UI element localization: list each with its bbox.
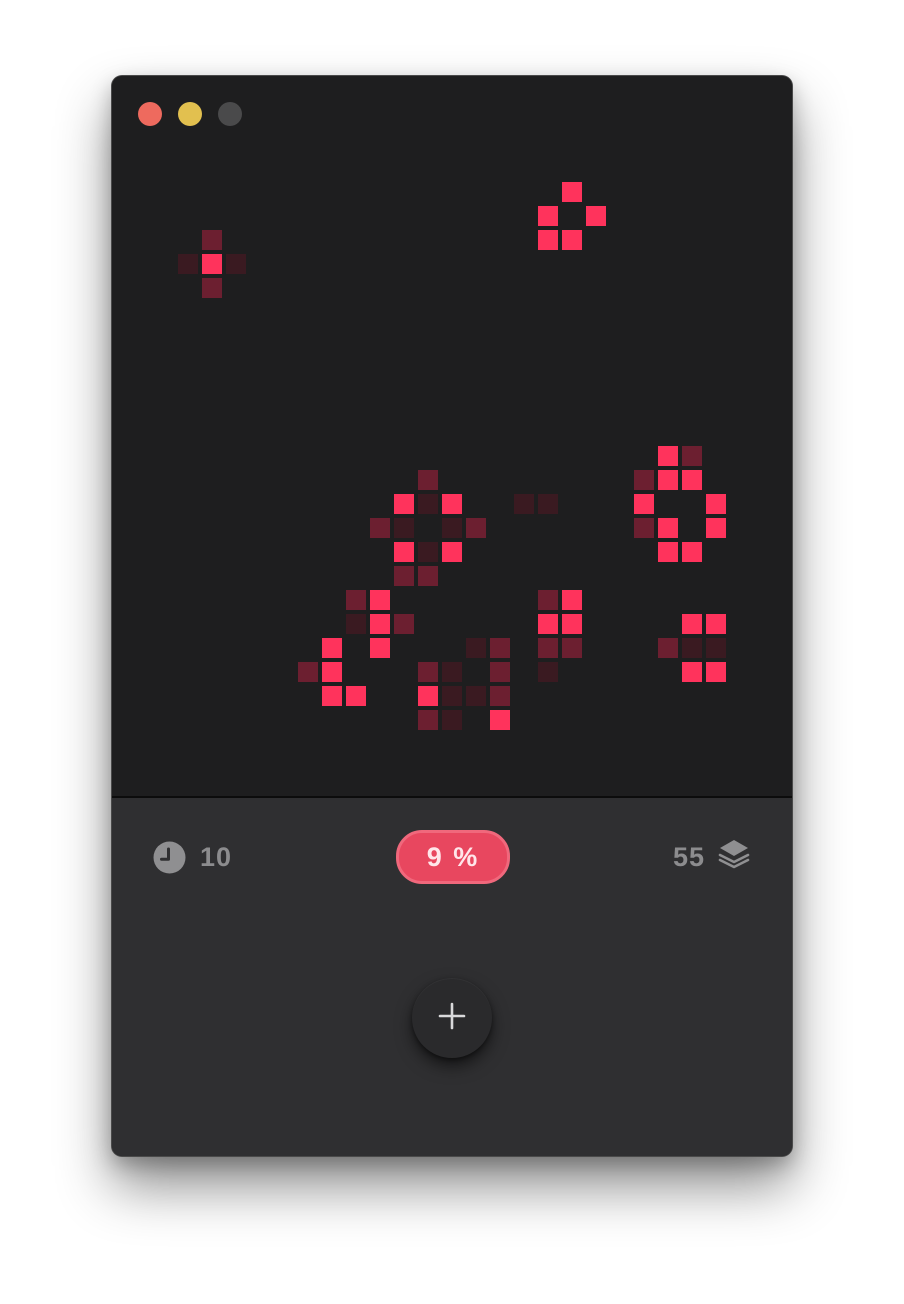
alive-cell[interactable] (418, 686, 438, 706)
dying-cell[interactable] (370, 518, 390, 538)
add-pattern-button[interactable] (412, 978, 492, 1058)
dying-cell[interactable] (418, 710, 438, 730)
dying-cell[interactable] (346, 590, 366, 610)
minimize-window-button[interactable] (178, 102, 202, 126)
alive-cell[interactable] (322, 638, 342, 658)
fading-cell[interactable] (466, 638, 486, 658)
dying-cell[interactable] (394, 566, 414, 586)
alive-cell[interactable] (394, 494, 414, 514)
fading-cell[interactable] (226, 254, 246, 274)
dying-cell[interactable] (202, 230, 222, 250)
alive-cell[interactable] (322, 686, 342, 706)
alive-cell[interactable] (370, 638, 390, 658)
alive-cell[interactable] (322, 662, 342, 682)
alive-cell[interactable] (706, 518, 726, 538)
alive-cell[interactable] (562, 614, 582, 634)
alive-cell[interactable] (682, 542, 702, 562)
dying-cell[interactable] (634, 518, 654, 538)
alive-cell[interactable] (370, 614, 390, 634)
clock-icon (153, 841, 186, 874)
alive-cell[interactable] (538, 206, 558, 226)
fading-cell[interactable] (442, 710, 462, 730)
dying-cell[interactable] (658, 638, 678, 658)
alive-cell[interactable] (394, 542, 414, 562)
app-window: 10 9 % 55 (112, 76, 792, 1156)
fading-cell[interactable] (538, 662, 558, 682)
layers-icon (717, 837, 751, 878)
alive-cell[interactable] (346, 686, 366, 706)
plus-icon (438, 1002, 466, 1035)
alive-cell[interactable] (706, 614, 726, 634)
alive-cell[interactable] (706, 662, 726, 682)
life-board-grid[interactable] (112, 76, 792, 796)
dying-cell[interactable] (298, 662, 318, 682)
population-stat: 55 (672, 839, 751, 874)
alive-cell[interactable] (370, 590, 390, 610)
fading-cell[interactable] (442, 518, 462, 538)
fading-cell[interactable] (418, 542, 438, 562)
fading-cell[interactable] (346, 614, 366, 634)
dying-cell[interactable] (418, 470, 438, 490)
alive-cell[interactable] (562, 182, 582, 202)
alive-cell[interactable] (442, 494, 462, 514)
alive-cell[interactable] (682, 614, 702, 634)
population-count: 55 (672, 841, 705, 872)
zoom-window-button (218, 102, 242, 126)
generation-stat: 10 (153, 840, 232, 874)
alive-cell[interactable] (562, 590, 582, 610)
window-controls (138, 102, 242, 126)
life-board[interactable] (112, 76, 792, 796)
dying-cell[interactable] (562, 638, 582, 658)
alive-cell[interactable] (658, 470, 678, 490)
alive-cell[interactable] (538, 614, 558, 634)
dying-cell[interactable] (418, 566, 438, 586)
generation-count: 10 (200, 841, 233, 872)
fading-cell[interactable] (178, 254, 198, 274)
fading-cell[interactable] (682, 638, 702, 658)
alive-cell[interactable] (682, 662, 702, 682)
fading-cell[interactable] (514, 494, 534, 514)
fading-cell[interactable] (442, 686, 462, 706)
fading-cell[interactable] (418, 494, 438, 514)
alive-cell[interactable] (538, 230, 558, 250)
fading-cell[interactable] (538, 494, 558, 514)
alive-cell[interactable] (202, 254, 222, 274)
alive-cell[interactable] (658, 446, 678, 466)
alive-cell[interactable] (634, 494, 654, 514)
alive-cell[interactable] (706, 494, 726, 514)
alive-cell[interactable] (586, 206, 606, 226)
fading-cell[interactable] (394, 518, 414, 538)
alive-cell[interactable] (658, 518, 678, 538)
alive-cell[interactable] (490, 710, 510, 730)
close-window-button[interactable] (138, 102, 162, 126)
dying-cell[interactable] (466, 518, 486, 538)
dying-cell[interactable] (490, 662, 510, 682)
coverage-percent-badge: 9 % (396, 830, 510, 884)
dying-cell[interactable] (202, 278, 222, 298)
fading-cell[interactable] (466, 686, 486, 706)
dying-cell[interactable] (682, 446, 702, 466)
dying-cell[interactable] (394, 614, 414, 634)
alive-cell[interactable] (658, 542, 678, 562)
dying-cell[interactable] (634, 470, 654, 490)
dying-cell[interactable] (418, 662, 438, 682)
coverage-percent-label: 9 % (426, 841, 480, 872)
control-panel: 10 9 % 55 (112, 798, 792, 1156)
dying-cell[interactable] (538, 638, 558, 658)
alive-cell[interactable] (562, 230, 582, 250)
fading-cell[interactable] (442, 662, 462, 682)
dying-cell[interactable] (490, 638, 510, 658)
alive-cell[interactable] (442, 542, 462, 562)
fading-cell[interactable] (706, 638, 726, 658)
dying-cell[interactable] (490, 686, 510, 706)
alive-cell[interactable] (682, 470, 702, 490)
dying-cell[interactable] (538, 590, 558, 610)
